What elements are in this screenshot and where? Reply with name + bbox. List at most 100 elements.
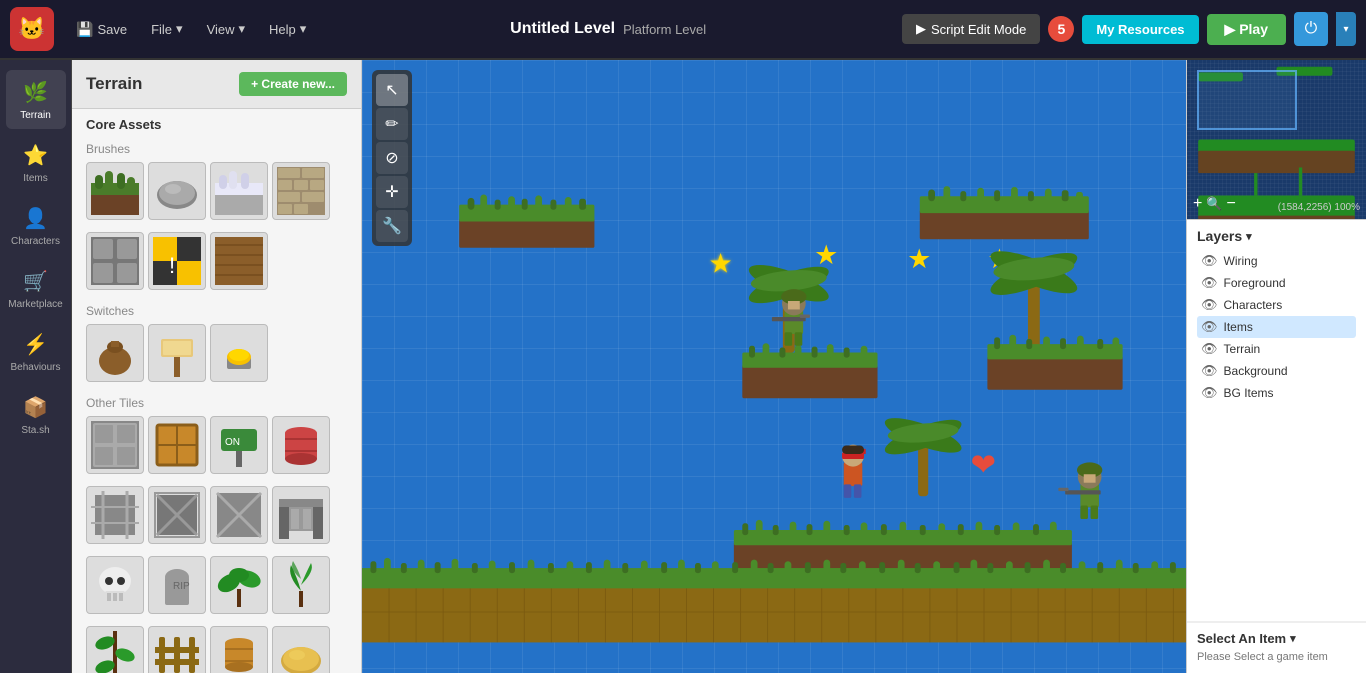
zoom-in-button[interactable]: + — [1193, 195, 1202, 213]
layer-bg-items[interactable]: 👁 BG Items — [1197, 382, 1356, 404]
layer-background[interactable]: 👁 Background — [1197, 360, 1356, 382]
asset-warning[interactable]: ! — [148, 232, 206, 290]
asset-plant1[interactable] — [210, 556, 268, 614]
asset-barrel2[interactable] — [210, 626, 268, 673]
header: 🐱 💾 Save File ▾ View ▾ Help ▾ Untitled L… — [0, 0, 1366, 60]
eye-icon[interactable]: 👁 — [1201, 341, 1218, 357]
asset-metal-panel[interactable] — [86, 416, 144, 474]
move-tool[interactable]: ✛ — [376, 176, 408, 208]
chevron-down-icon: ▾ — [1246, 230, 1252, 243]
level-info: Untitled Level Platform Level — [322, 20, 894, 38]
asset-green-sign[interactable]: ON — [210, 416, 268, 474]
sidebar-item-characters[interactable]: 👤 Characters — [6, 196, 66, 255]
asset-sack[interactable] — [86, 324, 144, 382]
right-panel: + 🔍 − (1584,2256) 100% Layers ▾ 👁 Wiring… — [1186, 60, 1366, 673]
asset-fence3[interactable] — [148, 626, 206, 673]
minimap[interactable]: + 🔍 − (1584,2256) 100% — [1187, 60, 1366, 220]
canvas-area[interactable]: ★ ★ ★ ★ — [362, 60, 1186, 673]
sidebar-item-behaviours[interactable]: ⚡ Behaviours — [6, 322, 66, 381]
layer-foreground[interactable]: 👁 Foreground — [1197, 272, 1356, 294]
svg-text:RIP: RIP — [173, 581, 190, 592]
help-menu[interactable]: Help ▾ — [261, 17, 314, 41]
power-button[interactable]: ⏻ — [1294, 12, 1328, 46]
asset-wooden-crate[interactable] — [148, 416, 206, 474]
minimap-viewport[interactable] — [1197, 70, 1297, 130]
asset-button[interactable] — [210, 324, 268, 382]
svg-text:!: ! — [169, 253, 175, 278]
asset-panel-scroll[interactable]: Core Assets Brushes — [72, 109, 361, 673]
eye-icon[interactable]: 👁 — [1201, 363, 1218, 379]
asset-grey-rock[interactable] — [86, 232, 144, 290]
header-right: ▶ Script Edit Mode 5 My Resources ▶ Play… — [902, 12, 1356, 46]
asset-stone[interactable] — [272, 162, 330, 220]
terrain-icon: 🌿 — [22, 78, 50, 106]
layer-characters[interactable]: 👁 Characters — [1197, 294, 1356, 316]
asset-fence2[interactable] — [148, 486, 206, 544]
eye-icon[interactable]: 👁 — [1201, 385, 1218, 401]
logo: 🐱 — [10, 7, 54, 51]
save-icon: 💾 — [76, 21, 93, 38]
characters-icon: 👤 — [22, 204, 50, 232]
eraser-tool[interactable]: ⊘ — [376, 142, 408, 174]
left-sidebar: 🌿 Terrain ⭐ Items 👤 Characters 🛒 Marketp… — [0, 60, 72, 673]
select-item-hint: Please Select a game item — [1197, 650, 1356, 665]
layer-wiring[interactable]: 👁 Wiring — [1197, 250, 1356, 272]
notification-badge[interactable]: 5 — [1048, 16, 1074, 42]
zoom-out-button[interactable]: − — [1227, 195, 1236, 213]
asset-wood[interactable] — [210, 232, 268, 290]
asset-vine1[interactable] — [86, 626, 144, 673]
eye-icon[interactable]: 👁 — [1201, 253, 1218, 269]
asset-barrel[interactable] — [272, 416, 330, 474]
game-canvas-svg: ★ ★ ★ ★ — [362, 60, 1186, 673]
asset-plant2[interactable] — [272, 556, 330, 614]
stash-icon: 📦 — [22, 393, 50, 421]
asset-truss[interactable] — [210, 486, 268, 544]
file-menu[interactable]: File ▾ — [143, 17, 190, 41]
level-title: Untitled Level — [510, 20, 615, 38]
asset-grass[interactable] — [86, 162, 144, 220]
tiles-grid-4 — [72, 622, 361, 673]
items-icon: ⭐ — [22, 141, 50, 169]
eye-icon[interactable]: 👁 — [1201, 297, 1218, 313]
chevron-down-icon: ▾ — [1290, 632, 1296, 645]
asset-gate[interactable] — [272, 486, 330, 544]
other-tiles-grid: ON — [72, 412, 361, 482]
asset-skull[interactable] — [86, 556, 144, 614]
wrench-tool[interactable]: 🔧 — [376, 210, 408, 242]
other-tiles-header: Other Tiles — [72, 390, 361, 412]
brushes-grid-2: ! — [72, 228, 361, 298]
asset-snow[interactable] — [210, 162, 268, 220]
eye-icon[interactable]: 👁 — [1201, 319, 1218, 335]
sidebar-item-terrain[interactable]: 🌿 Terrain — [6, 70, 66, 129]
play-button[interactable]: ▶ Play — [1207, 14, 1286, 45]
layer-items[interactable]: 👁 Items — [1197, 316, 1356, 338]
save-button[interactable]: 💾 Save — [68, 17, 135, 42]
svg-text:ON: ON — [225, 437, 240, 448]
main-layout: 🌿 Terrain ⭐ Items 👤 Characters 🛒 Marketp… — [0, 60, 1366, 673]
script-edit-button[interactable]: ▶ Script Edit Mode — [902, 14, 1040, 44]
minimap-controls: + 🔍 − — [1193, 195, 1236, 213]
tiles-grid-2 — [72, 482, 361, 552]
eye-icon[interactable]: 👁 — [1201, 275, 1218, 291]
level-type: Platform Level — [623, 22, 706, 37]
brushes-grid — [72, 158, 361, 228]
asset-haystack[interactable] — [272, 626, 330, 673]
pencil-tool[interactable]: ✏ — [376, 108, 408, 140]
view-menu[interactable]: View ▾ — [199, 17, 253, 41]
switches-header: Switches — [72, 298, 361, 320]
zoom-search-icon[interactable]: 🔍 — [1206, 196, 1222, 212]
sidebar-item-items[interactable]: ⭐ Items — [6, 133, 66, 192]
panel-header: Terrain + Create new... — [72, 60, 361, 109]
power-dropdown[interactable]: ▾ — [1336, 12, 1356, 46]
sidebar-item-stash[interactable]: 📦 Sta.sh — [6, 385, 66, 444]
asset-signpost[interactable] — [148, 324, 206, 382]
asset-rock[interactable] — [148, 162, 206, 220]
layer-terrain[interactable]: 👁 Terrain — [1197, 338, 1356, 360]
create-new-button[interactable]: + Create new... — [239, 72, 347, 96]
sidebar-item-marketplace[interactable]: 🛒 Marketplace — [6, 259, 66, 318]
resources-button[interactable]: My Resources — [1082, 15, 1198, 44]
select-tool[interactable]: ↖ — [376, 74, 408, 106]
layers-section: Layers ▾ 👁 Wiring 👁 Foreground 👁 Charact… — [1187, 220, 1366, 622]
asset-fence1[interactable] — [86, 486, 144, 544]
asset-gravestone[interactable]: RIP — [148, 556, 206, 614]
